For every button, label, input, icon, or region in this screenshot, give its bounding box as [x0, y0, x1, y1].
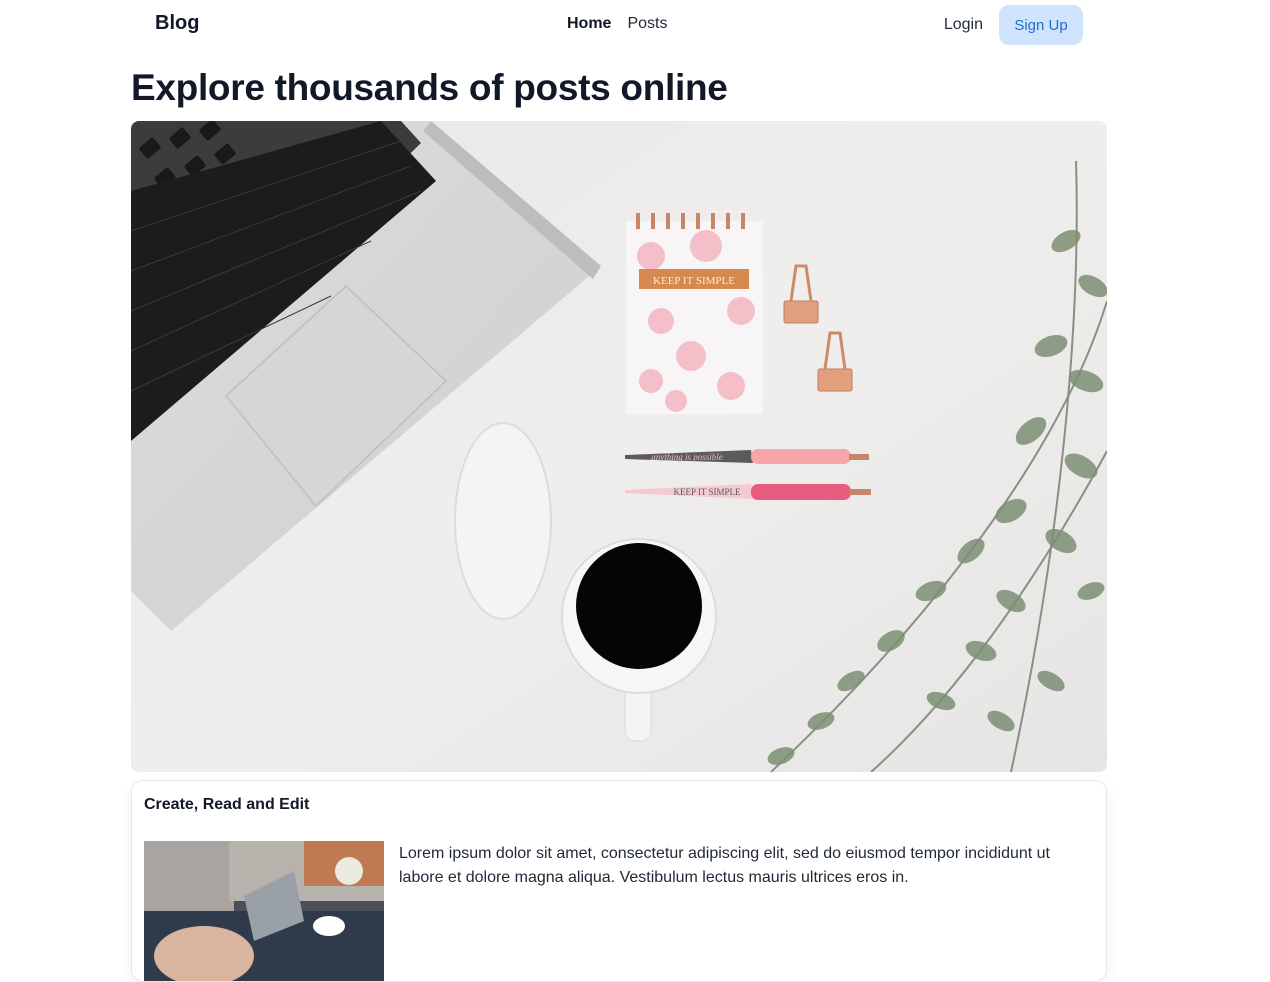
nav-link-posts[interactable]: Posts [627, 15, 667, 33]
pen-label-2: KEEP IT SIMPLE [673, 487, 741, 497]
notebook-illustration: KEEP IT SIMPLE [626, 213, 763, 414]
pen-label-1: anything is possible [651, 452, 723, 462]
auth-actions: Login Sign Up [944, 5, 1083, 45]
hero-image: KEEP IT SIMPLE anything is possible KEEP… [131, 121, 1107, 772]
nav-link-home[interactable]: Home [567, 15, 611, 33]
brand-logo[interactable]: Blog [155, 12, 199, 35]
card-title: Create, Read and Edit [144, 796, 310, 813]
navbar: Blog Home Posts Login Sign Up [0, 0, 1270, 50]
mouse-illustration [454, 422, 552, 620]
signup-button[interactable]: Sign Up [999, 5, 1083, 45]
post-card[interactable]: Create, Read and Edit Lorem ipsum dolor … [131, 780, 1107, 982]
notebook-label: KEEP IT SIMPLE [653, 275, 735, 287]
login-link[interactable]: Login [944, 16, 983, 34]
card-thumbnail [144, 841, 384, 981]
page-title: Explore thousands of posts online [131, 67, 728, 108]
card-body: Lorem ipsum dolor sit amet, consectetur … [399, 845, 1050, 886]
main-nav: Home Posts [567, 15, 667, 33]
